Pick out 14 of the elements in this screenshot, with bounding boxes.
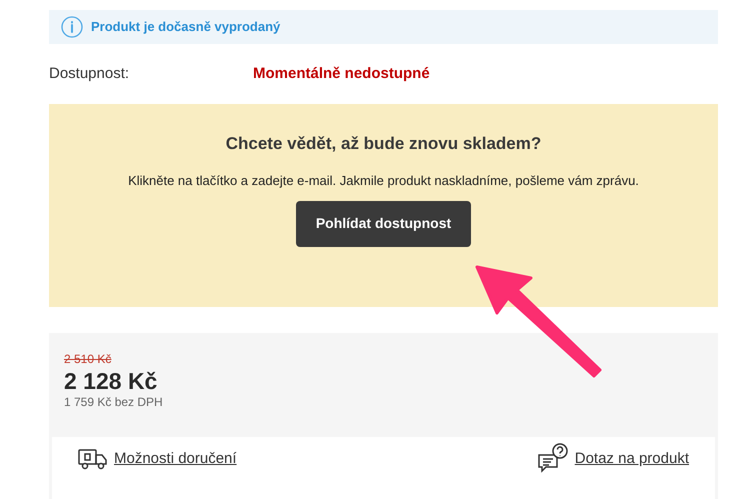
truck-icon — [78, 447, 108, 471]
notice-text: Produkt je dočasně vyprodaný — [91, 18, 280, 36]
price-without-vat: 1 759 Kč bez DPH — [64, 395, 163, 409]
delivery-options-link[interactable]: Možnosti doručení — [78, 447, 237, 471]
question-chat-icon — [536, 443, 569, 475]
watch-availability-button[interactable]: Pohlídat dostupnost — [296, 200, 472, 246]
availability-label: Dostupnost: — [49, 64, 130, 84]
info-icon — [61, 16, 83, 38]
current-price: 2 128 Kč — [64, 367, 158, 395]
restock-text: Klikněte na tlačítko a zadejte e-mail. Jakmile produkt naskladníme, pošleme vám zprávu. — [127, 172, 640, 190]
availability-value: Momentálně nedostupné — [253, 64, 430, 84]
product-question-link[interactable]: Dotaz na produkt — [536, 443, 689, 475]
old-price: 2 510 Kč — [64, 351, 112, 367]
restock-title: Chcete vědět, až bude znovu skladem? — [226, 133, 542, 155]
